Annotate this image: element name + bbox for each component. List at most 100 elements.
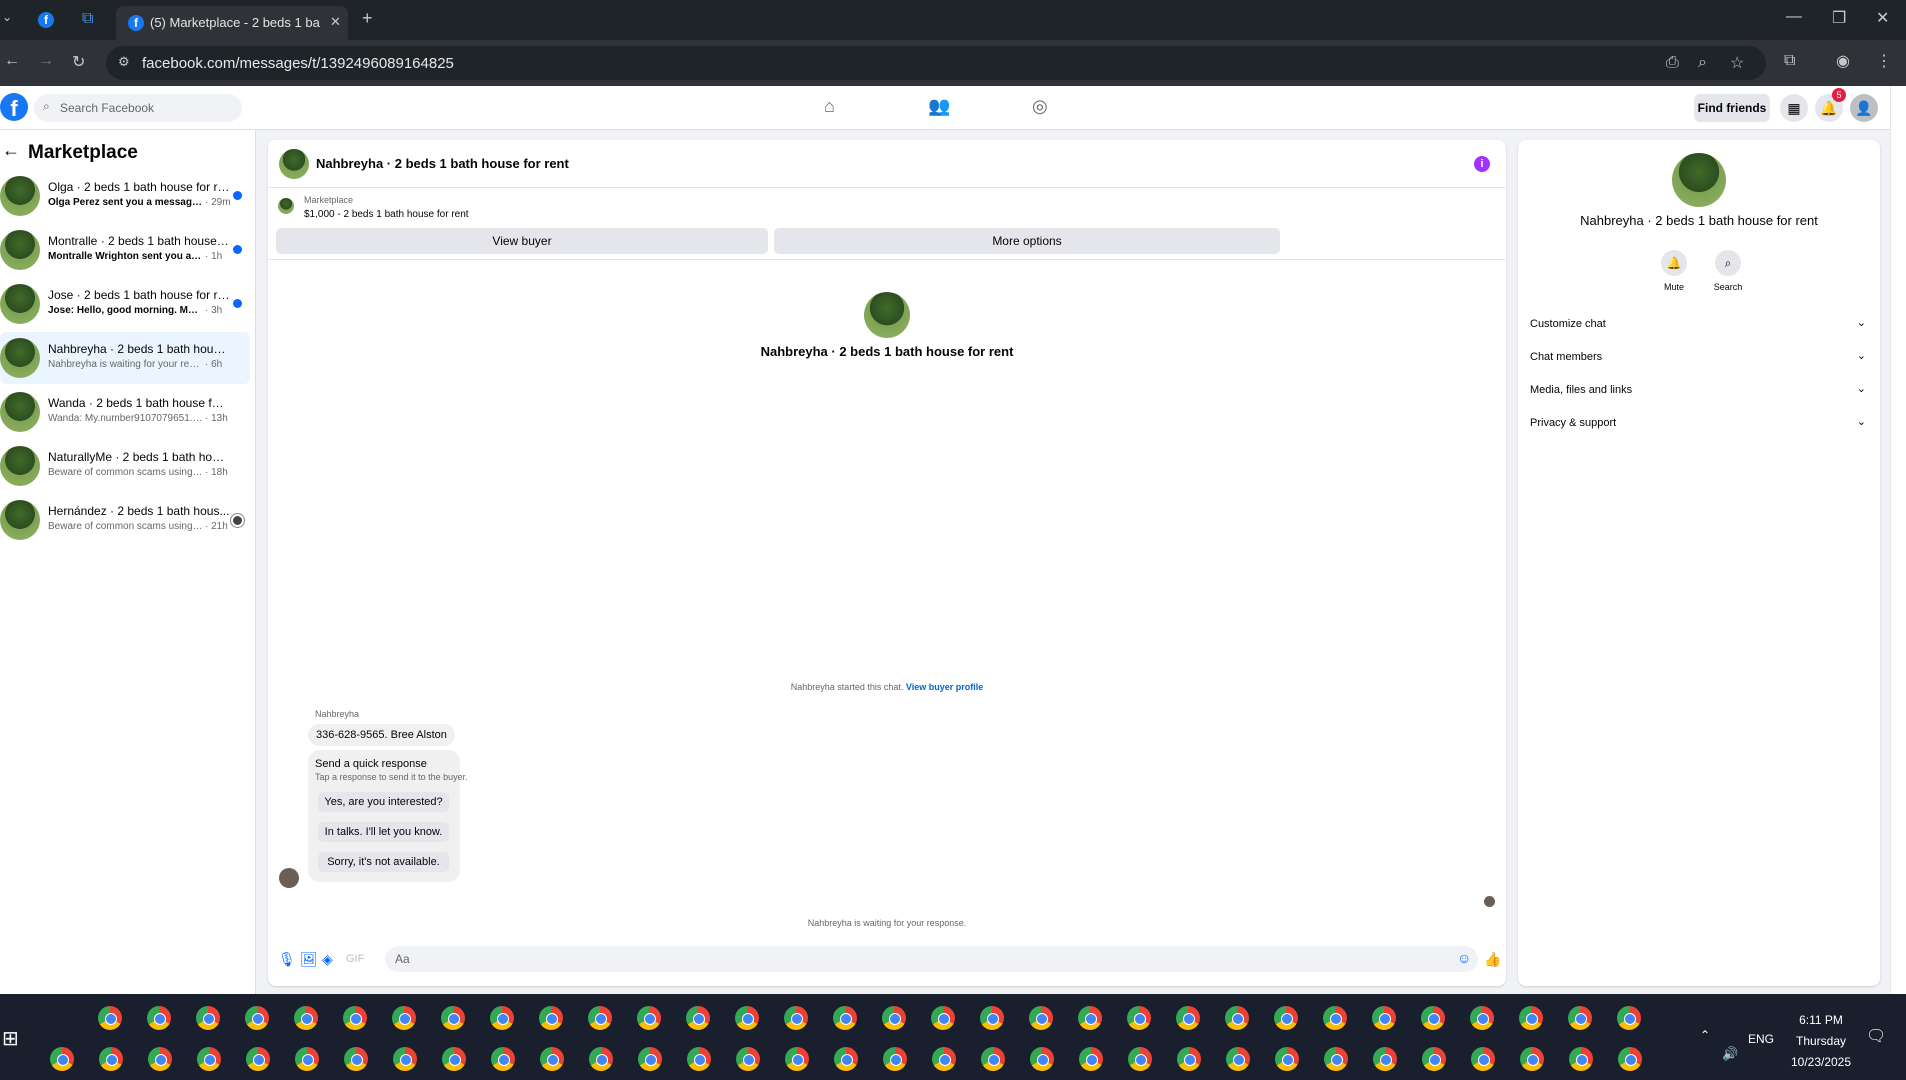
- find-friends-button[interactable]: Find friends: [1694, 94, 1770, 122]
- avatar[interactable]: [1672, 153, 1726, 207]
- chrome-taskbar-icon[interactable]: [1128, 1047, 1152, 1071]
- microphone-icon[interactable]: 🎙: [278, 951, 296, 968]
- conversation-item[interactable]: NaturallyMe · 2 beds 1 bath house ... Be…: [0, 440, 250, 492]
- menu-grid-icon[interactable]: ▦: [1780, 94, 1808, 122]
- quick-reply-button[interactable]: Yes, are you interested?: [318, 792, 449, 812]
- image-icon[interactable]: 🖼: [300, 951, 318, 968]
- chrome-taskbar-icon[interactable]: [981, 1047, 1005, 1071]
- emoji-icon[interactable]: ☺: [1457, 950, 1471, 966]
- chrome-taskbar-icon[interactable]: [1030, 1047, 1054, 1071]
- forward-icon[interactable]: →: [38, 52, 54, 70]
- chat-title[interactable]: Nahbreyha · 2 beds 1 bath house for rent: [316, 156, 569, 171]
- chrome-taskbar-icon[interactable]: [1274, 1006, 1298, 1030]
- chrome-taskbar-icon[interactable]: [1372, 1006, 1396, 1030]
- chrome-taskbar-icon[interactable]: [834, 1047, 858, 1071]
- chrome-taskbar-icon[interactable]: [197, 1047, 221, 1071]
- facebook-logo-icon[interactable]: f: [0, 93, 28, 121]
- chrome-taskbar-icon[interactable]: [1569, 1047, 1593, 1071]
- thumbs-up-icon[interactable]: 👍: [1484, 951, 1501, 968]
- chrome-taskbar-icon[interactable]: [98, 1006, 122, 1030]
- chrome-taskbar-icon[interactable]: [931, 1006, 955, 1030]
- listing-price[interactable]: $1,000 - 2 beds 1 bath house for rent: [304, 209, 469, 220]
- avatar[interactable]: [279, 149, 309, 179]
- chrome-taskbar-icon[interactable]: [147, 1006, 171, 1030]
- search-facebook-input[interactable]: ⌕ Search Facebook: [34, 94, 242, 122]
- close-window-icon[interactable]: ✕: [1876, 8, 1889, 28]
- chrome-taskbar-icon[interactable]: [540, 1047, 564, 1071]
- chrome-taskbar-icon[interactable]: [294, 1006, 318, 1030]
- chrome-taskbar-icon[interactable]: [1471, 1047, 1495, 1071]
- chrome-taskbar-icon[interactable]: [686, 1006, 710, 1030]
- app-tab-icon[interactable]: ⧉: [82, 10, 93, 28]
- home-icon[interactable]: ⌂: [824, 96, 835, 117]
- menu-kebab-icon[interactable]: ⋮: [1876, 51, 1892, 71]
- install-icon[interactable]: ⎙: [1666, 54, 1679, 72]
- privacy-support-row[interactable]: Privacy & support ⌄: [1530, 412, 1866, 436]
- chrome-taskbar-icon[interactable]: [784, 1006, 808, 1030]
- chrome-taskbar-icon[interactable]: [343, 1006, 367, 1030]
- zoom-icon[interactable]: ⌕: [1698, 54, 1707, 72]
- chrome-taskbar-icon[interactable]: [785, 1047, 809, 1071]
- chrome-taskbar-icon[interactable]: [1078, 1006, 1102, 1030]
- tab-list-icon[interactable]: ⌄: [2, 10, 12, 24]
- chrome-taskbar-icon[interactable]: [491, 1047, 515, 1071]
- chrome-taskbar-icon[interactable]: [638, 1047, 662, 1071]
- back-arrow-icon[interactable]: ←: [2, 140, 20, 161]
- chrome-taskbar-icon[interactable]: [833, 1006, 857, 1030]
- quick-reply-button[interactable]: In talks. I'll let you know.: [318, 822, 449, 842]
- chrome-taskbar-icon[interactable]: [1617, 1006, 1641, 1030]
- sticker-icon[interactable]: ◈: [322, 951, 333, 968]
- chrome-taskbar-icon[interactable]: [1324, 1047, 1348, 1071]
- chrome-taskbar-icon[interactable]: [687, 1047, 711, 1071]
- view-buyer-button[interactable]: View buyer: [276, 228, 768, 254]
- reload-icon[interactable]: ↻: [72, 52, 85, 72]
- search-button[interactable]: ⌕ Search: [1708, 250, 1748, 292]
- customize-chat-row[interactable]: Customize chat ⌄: [1530, 313, 1866, 337]
- chrome-taskbar-icon[interactable]: [441, 1006, 465, 1030]
- more-options-button[interactable]: More options: [774, 228, 1280, 254]
- url-text[interactable]: facebook.com/messages/t/1392496089164825: [142, 55, 454, 72]
- chrome-taskbar-icon[interactable]: [1177, 1047, 1201, 1071]
- chrome-taskbar-icon[interactable]: [932, 1047, 956, 1071]
- show-hidden-icons-icon[interactable]: ⌃: [1700, 1028, 1710, 1042]
- chrome-taskbar-icon[interactable]: [1079, 1047, 1103, 1071]
- close-tab-icon[interactable]: ✕: [330, 14, 341, 30]
- chrome-taskbar-icon[interactable]: [735, 1006, 759, 1030]
- friends-icon[interactable]: 👥: [928, 96, 950, 117]
- gif-icon[interactable]: GIF: [346, 953, 364, 965]
- chrome-taskbar-icon[interactable]: [1373, 1047, 1397, 1071]
- taskbar-clock[interactable]: 6:11 PM Thursday 10/23/2025: [1786, 1010, 1856, 1073]
- chrome-taskbar-icon[interactable]: [295, 1047, 319, 1071]
- chrome-taskbar-icon[interactable]: [1127, 1006, 1151, 1030]
- chrome-taskbar-icon[interactable]: [1029, 1006, 1053, 1030]
- chrome-taskbar-icon[interactable]: [736, 1047, 760, 1071]
- chat-members-row[interactable]: Chat members ⌄: [1530, 346, 1866, 370]
- account-avatar[interactable]: 👤: [1850, 94, 1878, 122]
- conversation-item[interactable]: Jose · 2 beds 1 bath house for rent Jose…: [0, 278, 250, 330]
- address-bar[interactable]: ⚙ facebook.com/messages/t/13924960891648…: [106, 46, 1766, 80]
- site-info-icon[interactable]: ⚙: [118, 54, 130, 70]
- chrome-taskbar-icon[interactable]: [980, 1006, 1004, 1030]
- active-tab[interactable]: f (5) Marketplace - 2 beds 1 bath ✕: [116, 6, 348, 40]
- quick-reply-button[interactable]: Sorry, it's not available.: [318, 852, 449, 872]
- message-bubble[interactable]: 336-628-9565. Bree Alston: [308, 724, 455, 746]
- conversation-item[interactable]: Hernández · 2 beds 1 bath hous... Beware…: [0, 494, 250, 546]
- minimize-icon[interactable]: —: [1786, 8, 1802, 26]
- restore-icon[interactable]: ❐: [1832, 8, 1846, 28]
- listing-thumbnail[interactable]: [278, 198, 294, 214]
- chrome-taskbar-icon[interactable]: [1520, 1047, 1544, 1071]
- chrome-taskbar-icon[interactable]: [1568, 1006, 1592, 1030]
- chrome-taskbar-icon[interactable]: [245, 1006, 269, 1030]
- chrome-taskbar-icon[interactable]: [1176, 1006, 1200, 1030]
- notification-center-icon[interactable]: 🗨: [1866, 1026, 1886, 1046]
- bookmark-star-icon[interactable]: ☆: [1730, 53, 1744, 73]
- chrome-taskbar-icon[interactable]: [883, 1047, 907, 1071]
- info-icon[interactable]: i: [1474, 156, 1490, 172]
- avatar[interactable]: [864, 292, 910, 338]
- mute-button[interactable]: 🔔 Mute: [1654, 250, 1694, 292]
- chrome-taskbar-icon[interactable]: [148, 1047, 172, 1071]
- chrome-taskbar-icon[interactable]: [882, 1006, 906, 1030]
- chrome-taskbar-icon[interactable]: [344, 1047, 368, 1071]
- message-input[interactable]: Aa ☺: [385, 946, 1478, 972]
- facebook-tab-icon[interactable]: f: [38, 12, 54, 28]
